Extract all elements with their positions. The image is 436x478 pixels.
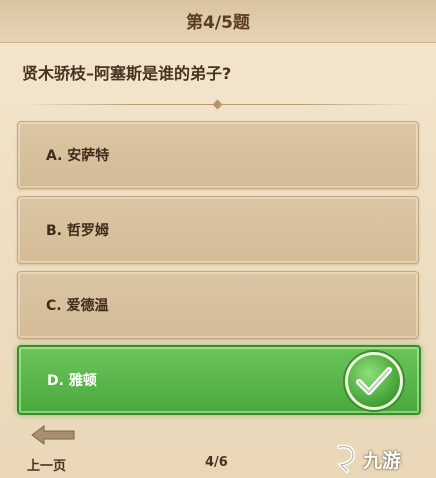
option-d-label: D. 雅顿 xyxy=(47,373,97,389)
option-a[interactable]: A. 安萨特 xyxy=(17,121,419,189)
option-c[interactable]: C. 爱德温 xyxy=(17,271,419,339)
watermark-text: 九游 xyxy=(363,450,402,472)
jiuyou-logo-icon xyxy=(336,444,356,473)
prev-page-button[interactable]: 上一页 xyxy=(27,455,66,474)
quiz-progress-title: 第4/5题 xyxy=(186,13,250,33)
page-indicator: 4/6 xyxy=(205,455,228,470)
watermark: 九游 xyxy=(333,442,433,474)
ornament-divider xyxy=(20,99,416,110)
diamond-ornament-icon xyxy=(212,99,223,110)
checkmark-icon xyxy=(345,352,403,410)
option-a-label: A. 安萨特 xyxy=(46,148,110,164)
option-b-label: B. 哲罗姆 xyxy=(46,223,109,239)
question-text: 贤木骄枝–阿塞斯是谁的弟子? xyxy=(22,64,232,83)
option-d[interactable]: D. 雅顿 xyxy=(17,345,421,415)
back-arrow-icon[interactable] xyxy=(30,424,76,446)
option-b[interactable]: B. 哲罗姆 xyxy=(17,196,419,264)
option-c-label: C. 爱德温 xyxy=(46,298,109,314)
quiz-panel: 第4/5题 贤木骄枝–阿塞斯是谁的弟子? A. 安萨特 B. 哲罗姆 C. 爱德… xyxy=(0,0,436,478)
